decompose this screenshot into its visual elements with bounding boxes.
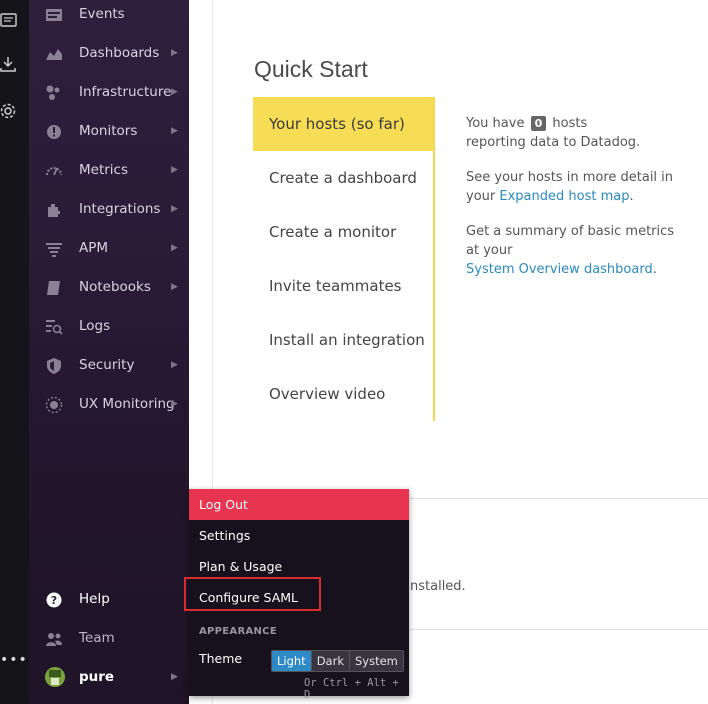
host-count-badge: 0: [530, 116, 547, 131]
theme-system-option[interactable]: System: [349, 651, 403, 671]
nav-label: APM: [79, 240, 109, 256]
system-overview-paragraph: Get a summary of basic metrics at your S…: [466, 222, 676, 279]
highlight-box: [184, 577, 321, 611]
nav-label: Infrastructure: [79, 84, 172, 100]
apm-icon: [45, 240, 63, 258]
nav-label: Events: [79, 6, 125, 22]
chevron-right-icon: ▶: [171, 282, 178, 292]
nav-label: Metrics: [79, 162, 129, 178]
nav-label: Security: [79, 357, 135, 373]
user-name: pure: [79, 669, 115, 685]
tab-your-hosts[interactable]: Your hosts (so far): [253, 97, 433, 151]
nav-item-logs[interactable]: Logs: [29, 307, 189, 346]
theme-light-option[interactable]: Light: [272, 651, 311, 671]
period: .: [629, 189, 634, 204]
nav-label: Help: [79, 591, 110, 607]
theme-dark-option[interactable]: Dark: [310, 651, 349, 671]
team-icon: [45, 630, 63, 648]
infrastructure-icon: [45, 84, 63, 102]
svg-text:?: ?: [51, 594, 57, 607]
chevron-right-icon: ▶: [171, 126, 178, 136]
installed-text: nstalled.: [410, 579, 466, 594]
notebooks-icon: [45, 279, 63, 297]
system-overview-link[interactable]: System Overview dashboard: [466, 262, 653, 277]
user-menu: Log Out Settings Plan & Usage Configure …: [184, 489, 409, 701]
period: .: [652, 262, 657, 277]
tab-overview-video[interactable]: Overview video: [253, 367, 433, 421]
nav-item-apm[interactable]: APM ▶: [29, 229, 189, 268]
nav-label: Team: [79, 630, 115, 646]
nav-label: UX Monitoring: [79, 396, 175, 412]
help-icon: ?: [45, 591, 63, 609]
nav-item-infrastructure[interactable]: Infrastructure ▶: [29, 73, 189, 112]
host-map-paragraph: See your hosts in more detail in your Ex…: [466, 168, 696, 206]
settings-menu-item[interactable]: Settings: [189, 520, 409, 551]
system-overview-text: Get a summary of basic metrics at your: [466, 224, 675, 258]
logs-icon: [45, 318, 63, 336]
nav-item-dashboards[interactable]: Dashboards ▶: [29, 34, 189, 73]
nav-label: Logs: [79, 318, 111, 334]
ux-monitoring-icon: [45, 396, 63, 414]
section-divider: [410, 629, 708, 630]
nav-item-security[interactable]: Security ▶: [29, 346, 189, 385]
icon-rail: •••: [0, 0, 29, 704]
nav-item-team[interactable]: Team: [29, 619, 189, 658]
page-title: Quick Start: [254, 56, 368, 82]
quick-start-tabs: Your hosts (so far) Create a dashboard C…: [253, 97, 435, 421]
nav-item-integrations[interactable]: Integrations ▶: [29, 190, 189, 229]
expanded-host-map-link[interactable]: Expanded host map: [499, 189, 629, 204]
nav-item-user[interactable]: pure ▶: [29, 658, 189, 697]
chevron-right-icon: ▶: [171, 399, 178, 409]
chevron-right-icon: ▶: [171, 672, 178, 682]
nav-label: Notebooks: [79, 279, 151, 295]
theme-label: Theme: [199, 651, 243, 666]
nav-label: Integrations: [79, 201, 161, 217]
section-divider: [410, 498, 708, 499]
avatar: [45, 667, 65, 687]
main-nav: Events Dashboards ▶ Infrastructure ▶ Mon…: [29, 0, 189, 704]
monitors-icon: [45, 123, 63, 141]
hosts-paragraph: You have 0 hosts reporting data to Datad…: [466, 114, 646, 152]
nav-label: Dashboards: [79, 45, 160, 61]
nav-item-ux-monitoring[interactable]: UX Monitoring ▶: [29, 385, 189, 424]
nav-item-events[interactable]: Events: [29, 0, 189, 34]
chevron-right-icon: ▶: [171, 204, 178, 214]
dashboards-icon: [45, 45, 63, 63]
tab-invite-teammates[interactable]: Invite teammates: [253, 259, 433, 313]
notes-icon[interactable]: [0, 10, 20, 30]
chevron-right-icon: ▶: [171, 48, 178, 58]
chevron-right-icon: ▶: [171, 360, 178, 370]
more-icon[interactable]: •••: [0, 652, 28, 668]
chevron-right-icon: ▶: [171, 165, 178, 175]
integrations-icon: [45, 201, 63, 219]
nav-item-help[interactable]: ? Help: [29, 580, 189, 619]
tab-create-dashboard[interactable]: Create a dashboard: [253, 151, 433, 205]
tab-create-monitor[interactable]: Create a monitor: [253, 205, 433, 259]
theme-toggle: Light Dark System: [271, 650, 404, 672]
keyboard-shortcut-hint: Or Ctrl + Alt + D: [304, 677, 399, 701]
logout-button[interactable]: Log Out: [189, 489, 409, 520]
shield-icon: [45, 357, 63, 375]
tab-install-integration[interactable]: Install an integration: [253, 313, 433, 367]
gear-icon[interactable]: [0, 101, 20, 121]
chevron-right-icon: ▶: [171, 243, 178, 253]
nav-label: Monitors: [79, 123, 138, 139]
events-icon: [45, 6, 63, 24]
metrics-icon: [45, 162, 63, 180]
chevron-right-icon: ▶: [171, 87, 178, 97]
nav-item-monitors[interactable]: Monitors ▶: [29, 112, 189, 151]
appearance-heading: APPEARANCE: [199, 626, 277, 637]
download-icon[interactable]: [0, 55, 20, 75]
hosts-text-pre: You have: [466, 116, 525, 131]
nav-item-metrics[interactable]: Metrics ▶: [29, 151, 189, 190]
nav-item-notebooks[interactable]: Notebooks ▶: [29, 268, 189, 307]
